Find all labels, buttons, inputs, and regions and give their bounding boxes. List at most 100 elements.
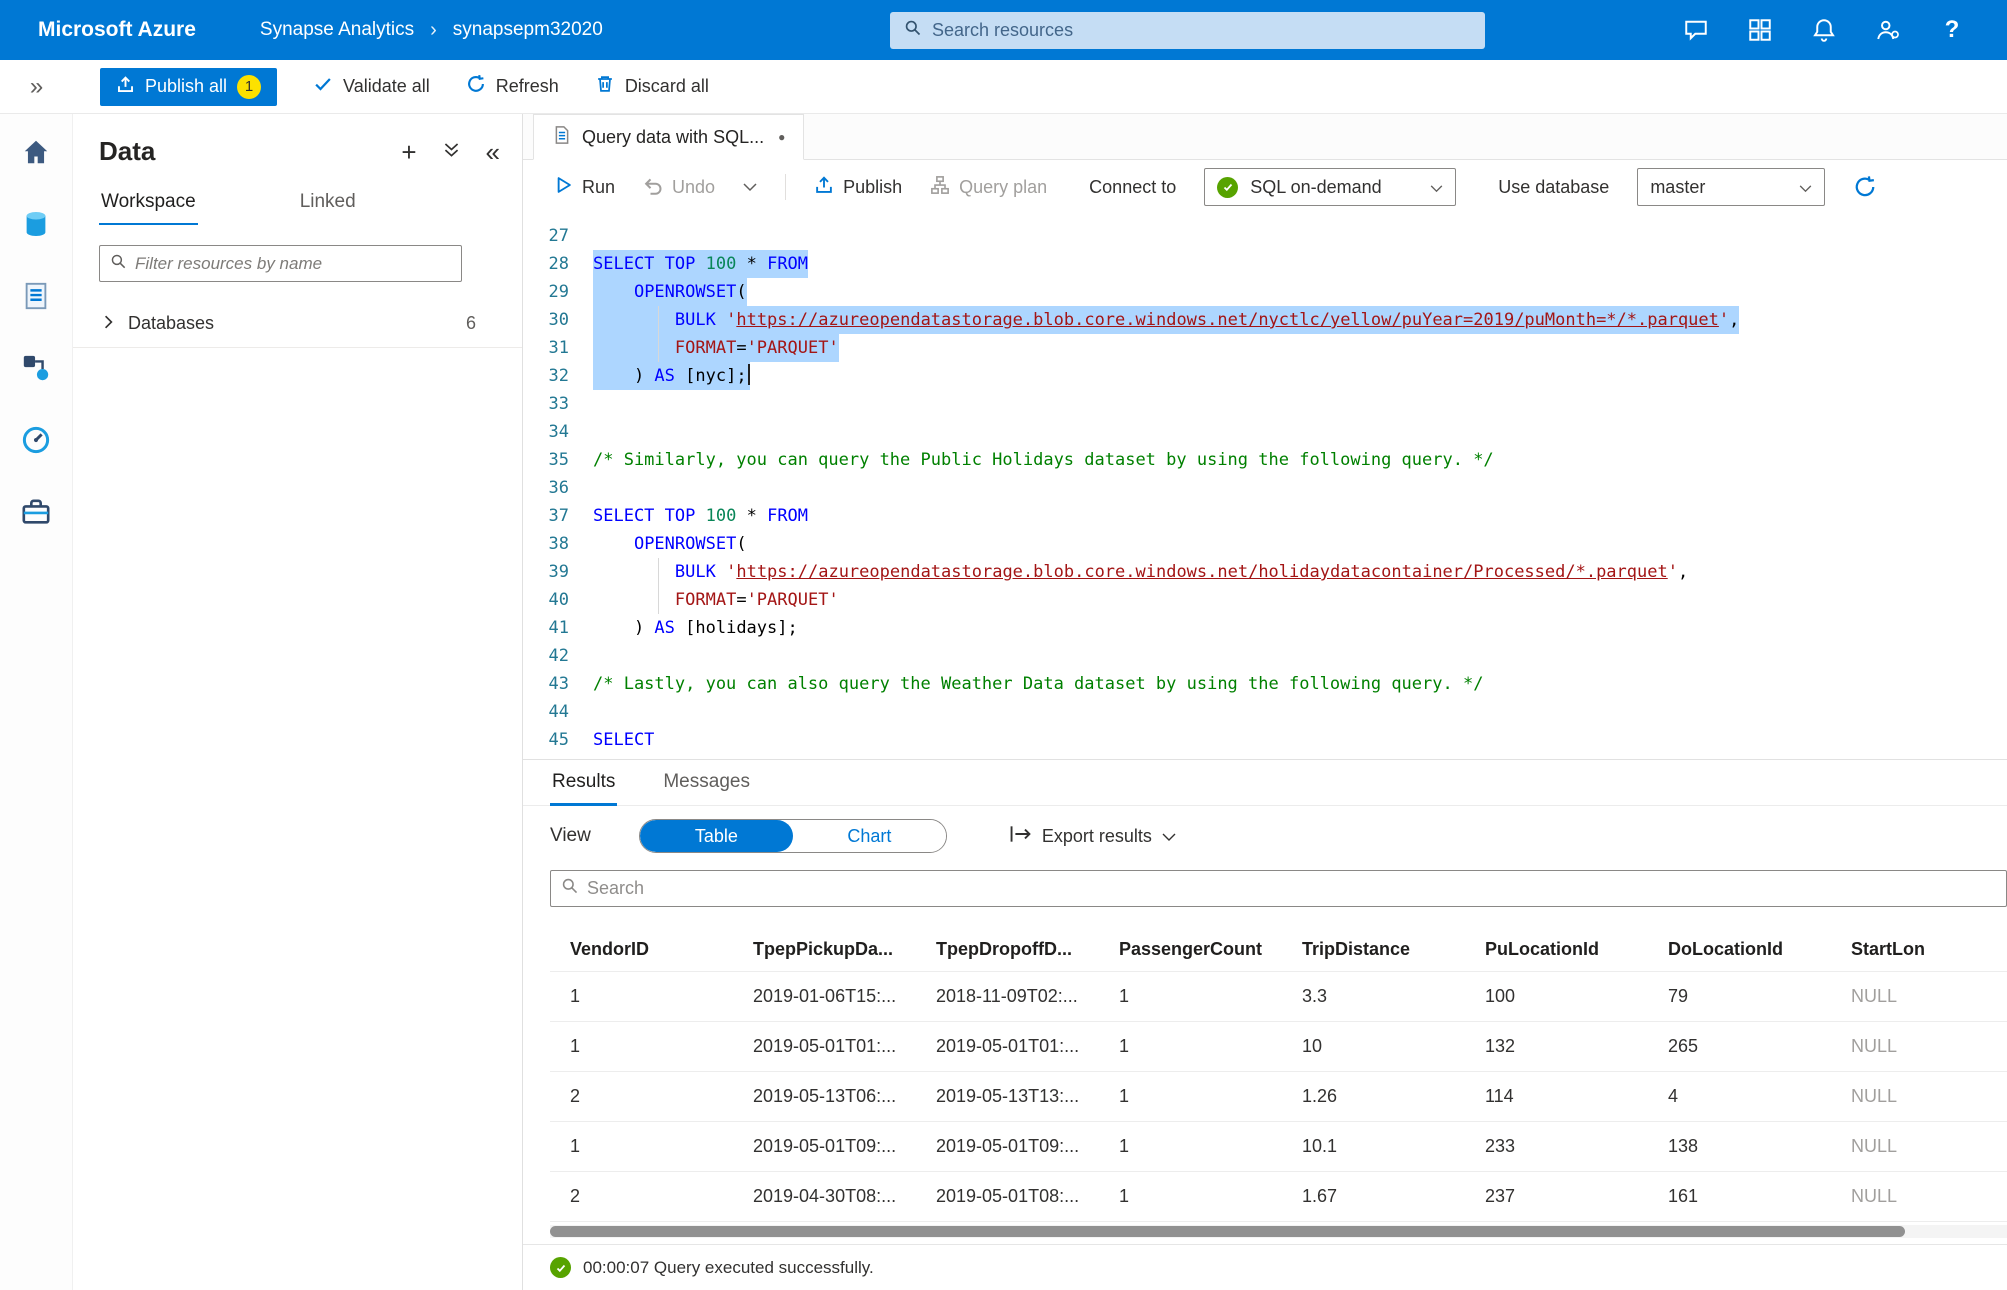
breadcrumb-workspace[interactable]: synapsepm32020 xyxy=(453,19,603,41)
code-line[interactable]: 31 FORMAT='PARQUET' xyxy=(523,334,2007,362)
column-header[interactable]: VendorID xyxy=(550,927,733,971)
table-cell: 2019-05-01T09:... xyxy=(936,1136,1080,1156)
code-line[interactable]: 43 /* Lastly, you can also query the Weat… xyxy=(523,670,2007,698)
help-icon[interactable]: ? xyxy=(1939,16,1965,43)
table-cell: 100 xyxy=(1485,986,1516,1006)
filter-resources-box[interactable] xyxy=(99,245,462,282)
table-row[interactable]: 1 2019-05-01T01:... 2019-05-01T01:... 1 10 13… xyxy=(550,1021,2007,1071)
tab-query-data-with-sql[interactable]: Query data with SQL... ● xyxy=(533,114,805,160)
validate-all-button[interactable]: Validate all xyxy=(313,74,430,99)
code-line[interactable]: 30 BULK 'https://azureopendatastorage.bl… xyxy=(523,306,2007,334)
integrate-pipeline-icon xyxy=(23,355,49,381)
code-line[interactable]: 37 SELECT TOP 100 * FROM xyxy=(523,502,2007,530)
column-header[interactable]: StartLon xyxy=(1831,927,2007,971)
tab-results[interactable]: Results xyxy=(550,771,618,806)
publish-button[interactable]: Publish xyxy=(814,175,902,200)
view-table-option[interactable]: Table xyxy=(639,820,793,852)
unsaved-dot-icon: ● xyxy=(778,130,786,144)
undo-label: Undo xyxy=(672,176,716,197)
column-header[interactable]: TpepPickupDa... xyxy=(733,927,916,971)
code-line[interactable]: 32 ) AS [nyc]; xyxy=(523,362,2007,390)
hub-manage[interactable] xyxy=(20,496,52,528)
line-number: 30 xyxy=(548,310,569,330)
collapse-panel-icon[interactable]: « xyxy=(486,139,500,165)
publish-all-button[interactable]: Publish all 1 xyxy=(100,67,278,106)
code-line[interactable]: 27 xyxy=(523,222,2007,250)
code-line[interactable]: 45 SELECT xyxy=(523,726,2007,754)
horizontal-scrollbar[interactable] xyxy=(550,1225,2007,1238)
code-line[interactable]: 34 xyxy=(523,418,2007,446)
column-header[interactable]: TpepDropoffD... xyxy=(916,927,1099,971)
code-line[interactable]: 41 ) AS [holidays]; xyxy=(523,614,2007,642)
code-line[interactable]: 39 BULK 'https://azureopendatastorage.bl… xyxy=(523,558,2007,586)
code-line[interactable]: 42 xyxy=(523,642,2007,670)
notifications-bell-icon[interactable] xyxy=(1811,17,1837,43)
table-cell: 114 xyxy=(1485,1086,1514,1106)
table-row[interactable]: 1 2019-05-01T09:... 2019-05-01T09:... 1 10.1… xyxy=(550,1121,2007,1171)
hub-monitor[interactable] xyxy=(20,424,52,456)
settings-person-icon[interactable] xyxy=(1875,17,1901,43)
view-chart-option[interactable]: Chart xyxy=(792,820,946,852)
chevron-down-icon xyxy=(1430,177,1443,198)
feedback-icon[interactable] xyxy=(1683,17,1709,43)
resource-search-box[interactable] xyxy=(890,12,1485,49)
code-line[interactable]: 44 xyxy=(523,698,2007,726)
undo-button[interactable]: Undo xyxy=(643,175,715,200)
table-row[interactable]: 2 2019-05-13T06:... 2019-05-13T13:... 1 1.26… xyxy=(550,1071,2007,1121)
refresh-button[interactable]: Refresh xyxy=(466,74,559,99)
column-header[interactable]: TripDistance xyxy=(1282,927,1465,971)
code-line[interactable]: 29 OPENROWSET( xyxy=(523,278,2007,306)
results-table: VendorID TpepPickupDa... TpepDropoffD... Pa… xyxy=(550,927,2007,1222)
databases-label: Databases xyxy=(128,313,215,333)
directory-switch-icon[interactable] xyxy=(1747,17,1773,43)
tab-linked[interactable]: Linked xyxy=(298,183,358,225)
hub-data[interactable] xyxy=(20,208,52,240)
resource-search-input[interactable] xyxy=(932,20,1471,41)
table-cell: 2019-05-01T09:... xyxy=(753,1136,897,1156)
code-line[interactable]: 40 FORMAT='PARQUET' xyxy=(523,586,2007,614)
hub-develop[interactable] xyxy=(20,280,52,312)
home-icon xyxy=(24,140,48,164)
scrollbar-thumb[interactable] xyxy=(550,1226,1905,1237)
column-header[interactable]: PuLocationId xyxy=(1465,927,1648,971)
results-search-box[interactable] xyxy=(550,870,2007,907)
code-line[interactable]: 38 OPENROWSET( xyxy=(523,530,2007,558)
hub-home[interactable] xyxy=(20,136,52,168)
code-line[interactable]: 35 /* Similarly, you can query the Public… xyxy=(523,446,2007,474)
collapse-all-icon[interactable] xyxy=(443,141,460,163)
filter-resources-input[interactable] xyxy=(135,253,451,274)
query-plan-button[interactable]: Query plan xyxy=(930,175,1047,200)
tab-workspace[interactable]: Workspace xyxy=(99,183,198,225)
tab-messages[interactable]: Messages xyxy=(661,771,752,806)
run-button[interactable]: Run xyxy=(553,175,615,200)
add-resource-icon[interactable]: + xyxy=(401,139,416,165)
column-header[interactable]: DoLocationId xyxy=(1648,927,1831,971)
expand-chevron-icon[interactable] xyxy=(103,313,114,334)
export-results-button[interactable]: Export results xyxy=(1009,825,1176,848)
sql-editor[interactable]: 27 28 SELECT TOP 100 * FROM 29 OPENROWSET(3… xyxy=(523,214,2007,759)
editor-tab-title: Query data with SQL... xyxy=(582,126,765,147)
code-line[interactable]: 36 xyxy=(523,474,2007,502)
code-text: /* Similarly, you can query the Public H… xyxy=(593,450,1494,470)
refresh-database-button[interactable] xyxy=(1853,175,1877,199)
code-line[interactable]: 28 SELECT TOP 100 * FROM xyxy=(523,250,2007,278)
tree-item-databases[interactable]: Databases 6 xyxy=(73,300,522,348)
table-cell: 2018-11-09T02:... xyxy=(936,986,1078,1006)
discard-all-button[interactable]: Discard all xyxy=(595,74,709,99)
breadcrumb-service[interactable]: Synapse Analytics xyxy=(260,19,414,41)
azure-top-bar: Microsoft Azure Synapse Analytics › syna… xyxy=(0,0,2007,60)
code-text: FORMAT='PARQUET' xyxy=(674,590,839,610)
undo-menu-button[interactable] xyxy=(743,182,757,192)
connect-to-dropdown[interactable]: SQL on-demand xyxy=(1204,168,1457,206)
column-header[interactable]: PassengerCount xyxy=(1099,927,1282,971)
table-cell: 237 xyxy=(1485,1186,1516,1206)
azure-brand[interactable]: Microsoft Azure xyxy=(38,18,196,42)
expand-sidebar-icon[interactable]: » xyxy=(0,73,73,101)
hub-integrate[interactable] xyxy=(20,352,52,384)
table-row[interactable]: 1 2019-01-06T15:... 2018-11-09T02:... 1 3.3 1… xyxy=(550,971,2007,1021)
code-line[interactable]: 33 xyxy=(523,390,2007,418)
results-search-input[interactable] xyxy=(587,878,1996,899)
table-row[interactable]: 2 2019-04-30T08:... 2019-05-01T08:... 1 1.67… xyxy=(550,1171,2007,1222)
database-dropdown[interactable]: master xyxy=(1637,168,1826,206)
line-number: 45 xyxy=(548,730,569,750)
